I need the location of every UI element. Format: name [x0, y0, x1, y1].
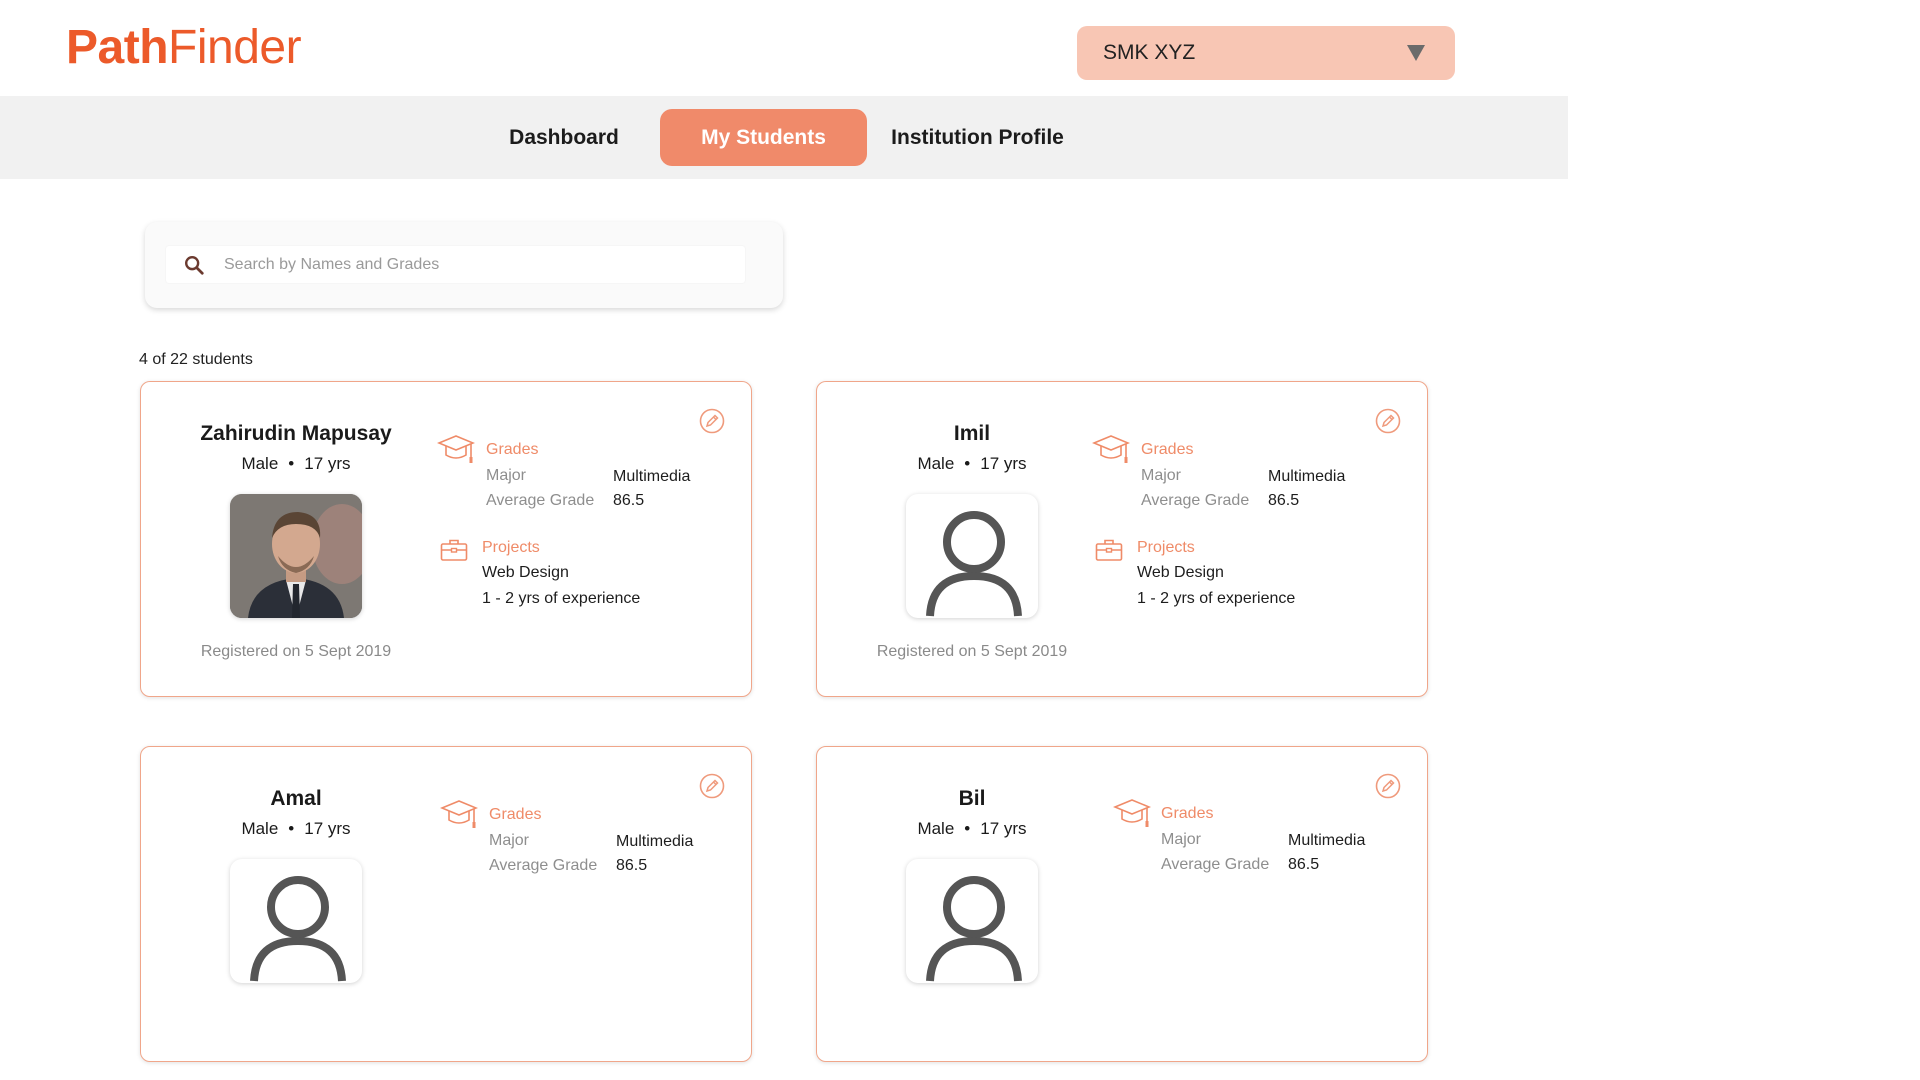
student-name: Amal	[270, 787, 322, 810]
student-meta: Male • 17 yrs	[141, 819, 451, 839]
project-name: Web Design	[1137, 564, 1224, 581]
graduation-cap-icon	[1092, 435, 1130, 463]
separator-dot: •	[964, 819, 971, 838]
student-card[interactable]: Bil Male • 17 yrs Grades Major Multimedia …	[816, 746, 1428, 1062]
student-photo	[230, 494, 362, 618]
edit-pencil-icon[interactable]	[1375, 408, 1401, 434]
logo-part-path: Path	[66, 21, 169, 74]
user-silhouette-icon	[926, 511, 1022, 617]
major-label: Major	[1161, 831, 1202, 848]
student-meta: Male • 17 yrs	[141, 454, 451, 474]
briefcase-icon	[440, 539, 468, 561]
average-grade-value: 86.5	[613, 492, 645, 509]
graduation-cap-icon	[1113, 799, 1151, 827]
projects-title: Projects	[1137, 539, 1195, 556]
portrait-image	[230, 494, 362, 618]
average-grade-label: Average Grade	[489, 857, 598, 874]
major-label: Major	[1141, 467, 1182, 484]
major-value: Multimedia	[616, 833, 694, 850]
project-experience: 1 - 2 yrs of experience	[482, 590, 641, 607]
student-gender: Male	[917, 454, 955, 473]
average-grade-value: 86.5	[1288, 856, 1320, 873]
search-input[interactable]	[222, 254, 726, 275]
nav-tab-institution-profile[interactable]: Institution Profile	[885, 109, 1070, 166]
average-grade-label: Average Grade	[486, 492, 595, 509]
avatar-placeholder	[906, 494, 1038, 618]
pathfinder-logo[interactable]: PathFinder	[66, 20, 302, 75]
student-card[interactable]: Imil Male • 17 yrs Registered on 5 Sept 20…	[816, 381, 1428, 697]
students-count: 4 of 22 students	[139, 351, 253, 368]
student-name: Zahirudin Mapusay	[200, 422, 392, 445]
main-nav: Dashboard My Students Institution Profil…	[0, 96, 1568, 179]
logo-part-finder: Finder	[168, 21, 302, 74]
student-gender: Male	[917, 819, 955, 838]
student-age: 17 yrs	[304, 819, 351, 838]
grades-title: Grades	[489, 806, 542, 823]
graduation-cap-icon	[437, 435, 475, 463]
institution-select[interactable]: SMK XYZ	[1077, 26, 1455, 80]
student-age: 17 yrs	[980, 454, 1027, 473]
separator-dot: •	[288, 454, 295, 473]
grades-title: Grades	[486, 441, 539, 458]
student-age: 17 yrs	[980, 819, 1027, 838]
student-gender: Male	[241, 819, 279, 838]
user-silhouette-icon	[250, 876, 346, 982]
student-name: Bil	[958, 787, 986, 810]
separator-dot: •	[964, 454, 971, 473]
major-value: Multimedia	[613, 468, 691, 485]
student-meta: Male • 17 yrs	[817, 454, 1127, 474]
student-meta: Male • 17 yrs	[817, 819, 1127, 839]
average-grade-value: 86.5	[1268, 492, 1300, 509]
student-age: 17 yrs	[304, 454, 351, 473]
nav-tab-dashboard[interactable]: Dashboard	[498, 109, 630, 166]
institution-select-value: SMK XYZ	[1103, 41, 1196, 64]
search-card	[145, 222, 783, 308]
grades-title: Grades	[1161, 805, 1214, 822]
average-grade-label: Average Grade	[1141, 492, 1250, 509]
nav-tab-my-students[interactable]: My Students	[660, 109, 867, 166]
avatar-placeholder	[230, 859, 362, 983]
registered-date: Registered on 5 Sept 2019	[876, 643, 1068, 660]
project-name: Web Design	[482, 564, 569, 581]
search-box[interactable]	[166, 246, 745, 283]
project-experience: 1 - 2 yrs of experience	[1137, 590, 1296, 607]
major-value: Multimedia	[1268, 468, 1346, 485]
edit-pencil-icon[interactable]	[699, 408, 725, 434]
average-grade-value: 86.5	[616, 857, 648, 874]
edit-pencil-icon[interactable]	[699, 773, 725, 799]
student-card[interactable]: Zahirudin Mapusay Male • 17 yrs Registered…	[140, 381, 752, 697]
graduation-cap-icon	[440, 800, 478, 828]
average-grade-label: Average Grade	[1161, 856, 1270, 873]
projects-title: Projects	[482, 539, 540, 556]
chevron-down-icon	[1407, 45, 1425, 61]
major-value: Multimedia	[1288, 832, 1366, 849]
search-icon	[185, 255, 204, 275]
edit-pencil-icon[interactable]	[1375, 773, 1401, 799]
separator-dot: •	[288, 819, 295, 838]
student-card[interactable]: Amal Male • 17 yrs Grades Major Multimedia…	[140, 746, 752, 1062]
user-silhouette-icon	[926, 876, 1022, 982]
student-name: Imil	[953, 422, 991, 445]
avatar-placeholder	[906, 859, 1038, 983]
grades-title: Grades	[1141, 441, 1194, 458]
student-gender: Male	[241, 454, 279, 473]
registered-date: Registered on 5 Sept 2019	[200, 643, 392, 660]
major-label: Major	[489, 832, 530, 849]
major-label: Major	[486, 467, 527, 484]
briefcase-icon	[1095, 539, 1123, 561]
app-header: PathFinder SMK XYZ	[0, 0, 1568, 96]
